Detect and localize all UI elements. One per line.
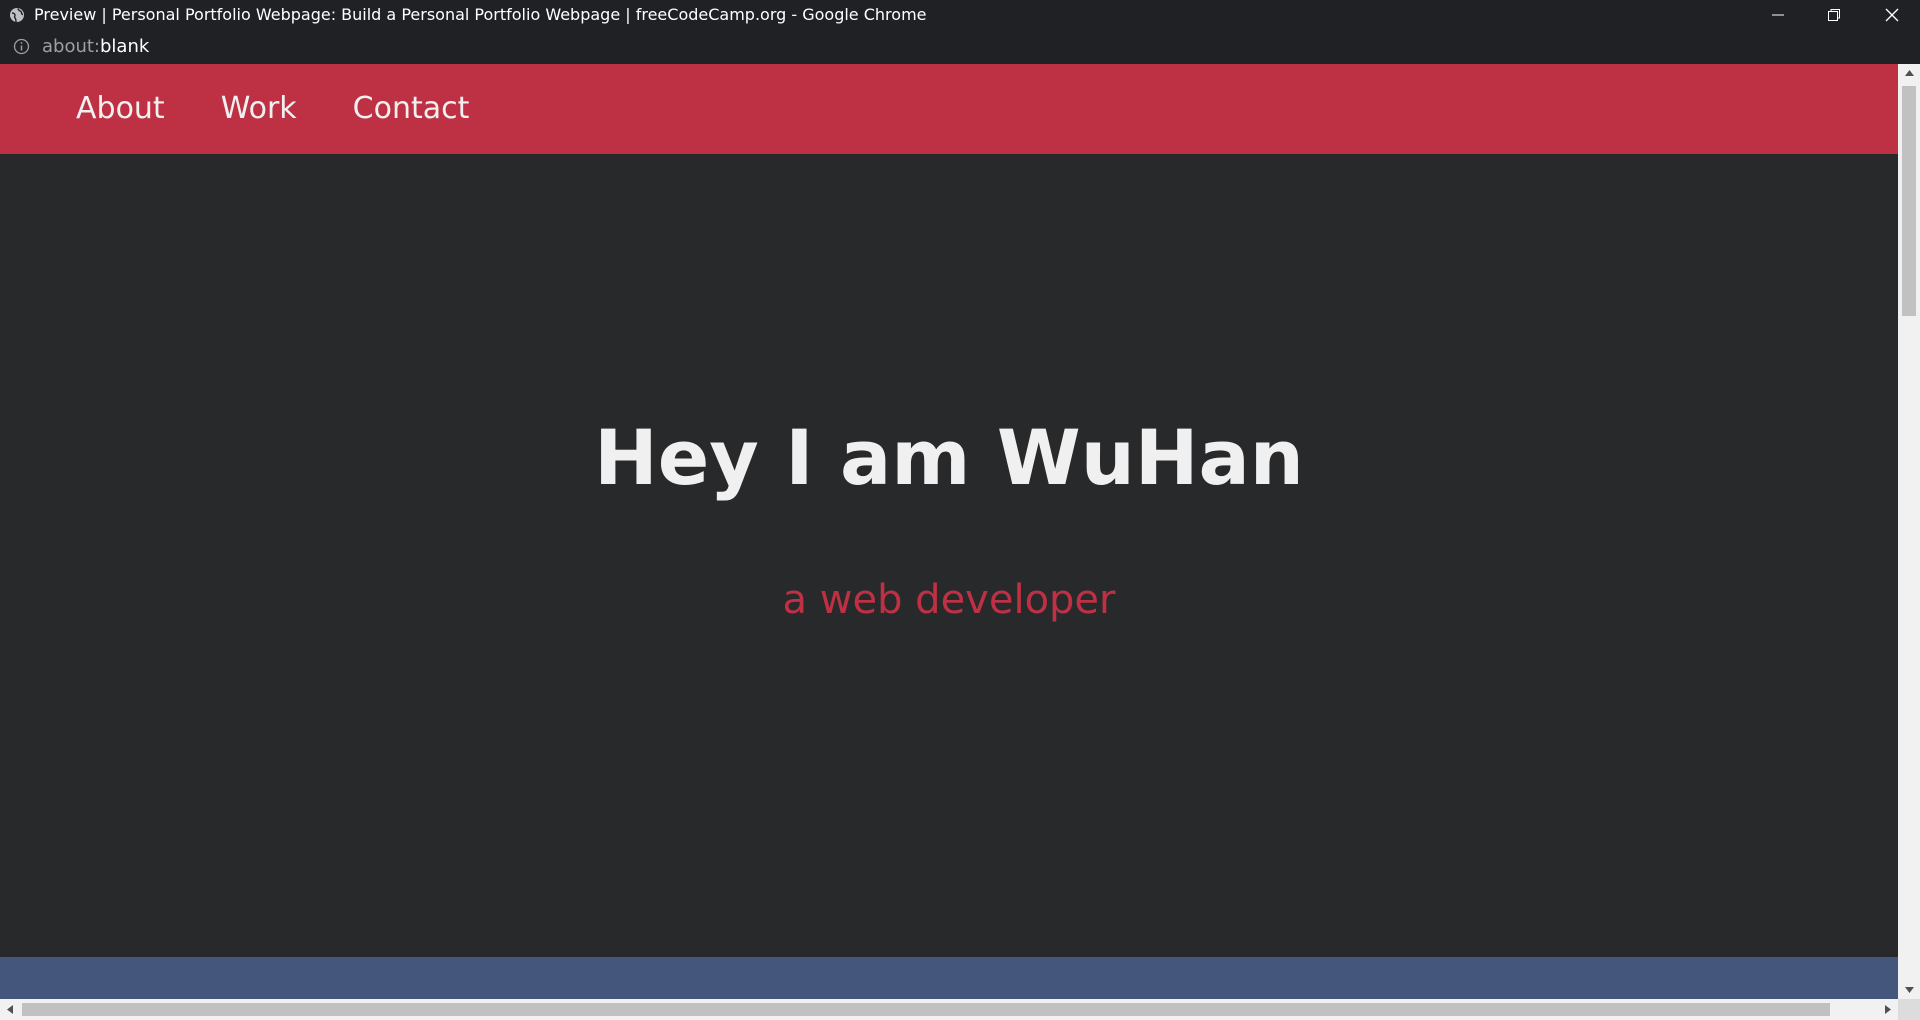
vertical-scroll-thumb[interactable]: [1902, 86, 1916, 316]
scroll-up-button[interactable]: [1898, 64, 1920, 82]
horizontal-scroll-thumb[interactable]: [22, 1003, 1830, 1016]
scroll-down-button[interactable]: [1898, 981, 1920, 999]
nav-link-about[interactable]: About: [76, 64, 165, 154]
url-text[interactable]: about:blank: [42, 36, 149, 58]
restore-icon: [1828, 9, 1840, 21]
vertical-scrollbar[interactable]: [1898, 64, 1920, 999]
scroll-left-button[interactable]: [0, 999, 20, 1020]
arrow-right-icon: [1885, 1005, 1891, 1014]
hero-subtitle: a web developer: [782, 577, 1116, 623]
window-titlebar: Preview | Personal Portfolio Webpage: Bu…: [0, 0, 1920, 30]
hero-title: Hey I am WuHan: [594, 413, 1304, 502]
nav-link-contact[interactable]: Contact: [353, 64, 470, 154]
arrow-left-icon: [7, 1005, 13, 1014]
url-scheme: about:: [42, 36, 100, 57]
globe-icon: [10, 8, 24, 23]
scroll-right-button[interactable]: [1878, 999, 1898, 1020]
close-button[interactable]: [1864, 0, 1920, 30]
address-bar[interactable]: about:blank: [0, 30, 1920, 64]
info-icon[interactable]: [13, 38, 30, 55]
nav-list: About Work Contact: [76, 64, 525, 154]
url-path: blank: [100, 36, 150, 57]
arrow-down-icon: [1904, 987, 1914, 993]
projects-section-top: [0, 957, 1898, 999]
horizontal-scrollbar[interactable]: [0, 999, 1898, 1020]
minimize-icon: [1772, 14, 1784, 16]
arrow-up-icon: [1904, 70, 1914, 76]
restore-button[interactable]: [1806, 0, 1862, 30]
nav-link-work[interactable]: Work: [221, 64, 297, 154]
close-icon: [1885, 8, 1899, 22]
scrollbar-corner: [1898, 999, 1920, 1020]
minimize-button[interactable]: [1750, 0, 1806, 30]
window-title: Preview | Personal Portfolio Webpage: Bu…: [34, 5, 927, 24]
page-viewport: About Work Contact Hey I am WuHan a web …: [0, 64, 1898, 999]
navbar: About Work Contact: [0, 64, 1898, 154]
